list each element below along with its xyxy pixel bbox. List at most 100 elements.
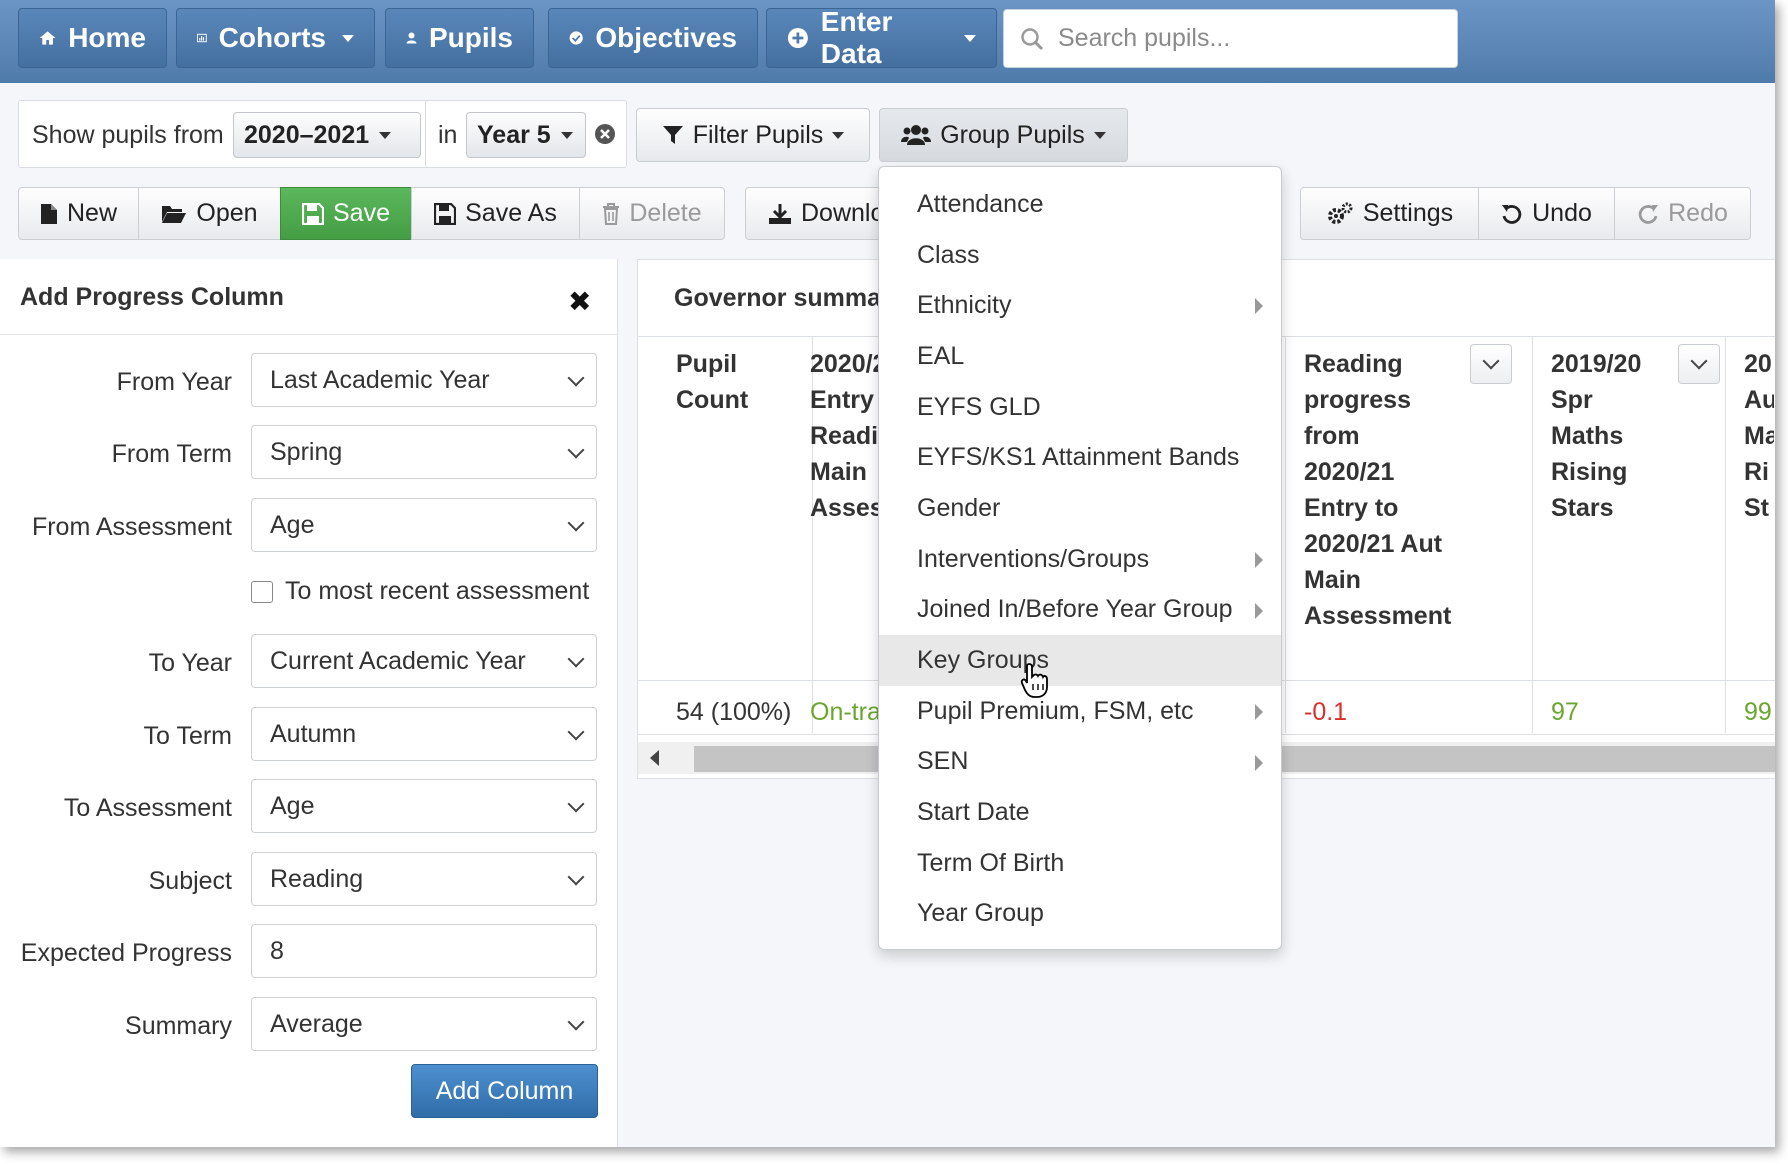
chevron-down-icon (567, 795, 585, 813)
clear-circle-icon[interactable] (594, 123, 616, 145)
open-button[interactable]: Open (138, 187, 281, 240)
filter-pupils-button[interactable]: Filter Pupils (636, 108, 870, 162)
save-as-button[interactable]: Save As (411, 187, 580, 240)
nav-pupils-button[interactable]: Pupils (385, 8, 534, 68)
save-as-label: Save As (465, 199, 557, 227)
most-recent-checkbox[interactable] (251, 580, 273, 603)
trash-icon (603, 202, 620, 225)
expected-progress-label: Expected Progress (20, 939, 232, 967)
caret-down-icon (832, 131, 845, 139)
save-button[interactable]: Save (280, 187, 412, 240)
submenu-arrow-icon (1255, 602, 1263, 619)
col-head-next: 20 Au Ma Ri St (1744, 350, 1774, 522)
governor-summary-title: Governor summa (674, 284, 882, 312)
scroll-left-arrow-icon[interactable] (650, 750, 659, 766)
class-group-select[interactable]: Year 5 (466, 112, 586, 158)
file-icon (40, 203, 57, 224)
undo-icon (1502, 204, 1522, 224)
from-term-select[interactable]: Spring (251, 425, 597, 479)
menu-item-year-group[interactable]: Year Group (879, 889, 1281, 940)
to-year-label: To Year (148, 649, 232, 677)
check-circle-icon (569, 31, 583, 45)
hand-pointer-cursor-icon (1020, 663, 1048, 698)
to-assessment-value: Age (270, 791, 315, 820)
menu-item-joined-in[interactable]: Joined In/Before Year Group (879, 585, 1281, 636)
open-label: Open (196, 199, 258, 227)
add-progress-column-panel: Add Progress Column ✖ From Year Last Aca… (0, 259, 618, 1147)
menu-item-gender[interactable]: Gender (879, 483, 1281, 534)
menu-item-ethnicity[interactable]: Ethnicity (879, 280, 1281, 331)
user-icon (406, 32, 417, 44)
chevron-down-icon (567, 650, 585, 668)
close-icon[interactable]: ✖ (568, 285, 591, 318)
redo-button[interactable]: Redo (1614, 187, 1751, 240)
subject-value: Reading (270, 864, 364, 893)
summary-select[interactable]: Average (251, 997, 597, 1051)
cell-maths-rising-stars: 97 (1551, 698, 1579, 726)
nav-cohorts-button[interactable]: Cohorts (176, 8, 375, 68)
group-pupils-label: Group Pupils (940, 120, 1085, 149)
to-assessment-label: To Assessment (63, 794, 232, 822)
subject-select[interactable]: Reading (251, 852, 597, 906)
from-assessment-select[interactable]: Age (251, 498, 597, 552)
undo-button[interactable]: Undo (1478, 187, 1615, 240)
plus-circle-icon (787, 28, 808, 48)
from-year-select[interactable]: Last Academic Year (251, 353, 597, 407)
submenu-arrow-icon (1255, 551, 1263, 568)
group-pupils-menu: Attendance Class Ethnicity EAL EYFS GLD … (878, 166, 1282, 950)
delete-button[interactable]: Delete (579, 187, 725, 240)
caret-down-icon (379, 131, 392, 139)
in-label: in (438, 121, 458, 149)
expected-progress-input[interactable]: 8 (251, 924, 597, 978)
caret-down-icon (1093, 131, 1106, 139)
menu-item-class[interactable]: Class (879, 230, 1281, 281)
search-box[interactable] (1003, 9, 1458, 68)
menu-item-eal[interactable]: EAL (879, 331, 1281, 382)
nav-enter-data-button[interactable]: Enter Data (766, 6, 997, 69)
summary-label: Summary (125, 1012, 232, 1040)
column-menu-button[interactable] (1678, 344, 1720, 384)
menu-item-attendance[interactable]: Attendance (879, 179, 1281, 230)
add-column-button[interactable]: Add Column (411, 1064, 598, 1118)
settings-button[interactable]: Settings (1300, 187, 1479, 240)
group-value: Year 5 (477, 120, 551, 149)
app-window: Home Cohorts Pupils Objectives Enter Dat… (0, 0, 1775, 1147)
menu-item-term-of-birth[interactable]: Term Of Birth (879, 838, 1281, 889)
menu-item-eyfs-gld[interactable]: EYFS GLD (879, 382, 1281, 433)
users-icon (901, 125, 932, 145)
cell-next: 99 (1744, 698, 1772, 726)
from-assessment-value: Age (270, 510, 315, 539)
year-select[interactable]: 2020–2021 (233, 112, 421, 158)
menu-item-start-date[interactable]: Start Date (879, 787, 1281, 838)
chevron-down-icon (1690, 352, 1708, 370)
to-assessment-select[interactable]: Age (251, 779, 597, 833)
expected-progress-value: 8 (270, 936, 284, 965)
download-label: Downlo (801, 199, 885, 227)
folder-open-icon (162, 205, 187, 223)
delete-label: Delete (629, 199, 702, 227)
column-menu-button[interactable] (1470, 344, 1512, 384)
nav-objectives-button[interactable]: Objectives (548, 8, 758, 68)
submenu-arrow-icon (1255, 298, 1263, 315)
nav-pupils-label: Pupils (428, 22, 513, 53)
new-button[interactable]: New (18, 187, 139, 240)
chevron-down-icon (567, 369, 585, 387)
filter-pupils-label: Filter Pupils (692, 120, 824, 149)
home-icon (39, 31, 56, 45)
save-label: Save (333, 199, 390, 227)
group-pupils-button[interactable]: Group Pupils (879, 108, 1128, 162)
to-year-select[interactable]: Current Academic Year (251, 634, 597, 688)
nav-home-button[interactable]: Home (18, 8, 167, 68)
menu-item-key-groups[interactable]: Key Groups (879, 635, 1281, 686)
panel-header: Add Progress Column ✖ (0, 259, 618, 335)
top-navbar: Home Cohorts Pupils Objectives Enter Dat… (0, 0, 1775, 83)
search-input[interactable] (1058, 24, 1438, 53)
cell-reading-progress: -0.1 (1304, 698, 1348, 726)
menu-item-interventions[interactable]: Interventions/Groups (879, 534, 1281, 585)
col-head-entry-reading: 2020/2 Entry Readi Main Asses (810, 350, 882, 522)
most-recent-checkbox-row: To most recent assessment (251, 577, 589, 606)
menu-item-eyfs-ks1-bands[interactable]: EYFS/KS1 Attainment Bands (879, 432, 1281, 483)
menu-item-pupil-premium[interactable]: Pupil Premium, FSM, etc (879, 686, 1281, 737)
to-term-select[interactable]: Autumn (251, 707, 597, 761)
menu-item-sen[interactable]: SEN (879, 737, 1281, 788)
